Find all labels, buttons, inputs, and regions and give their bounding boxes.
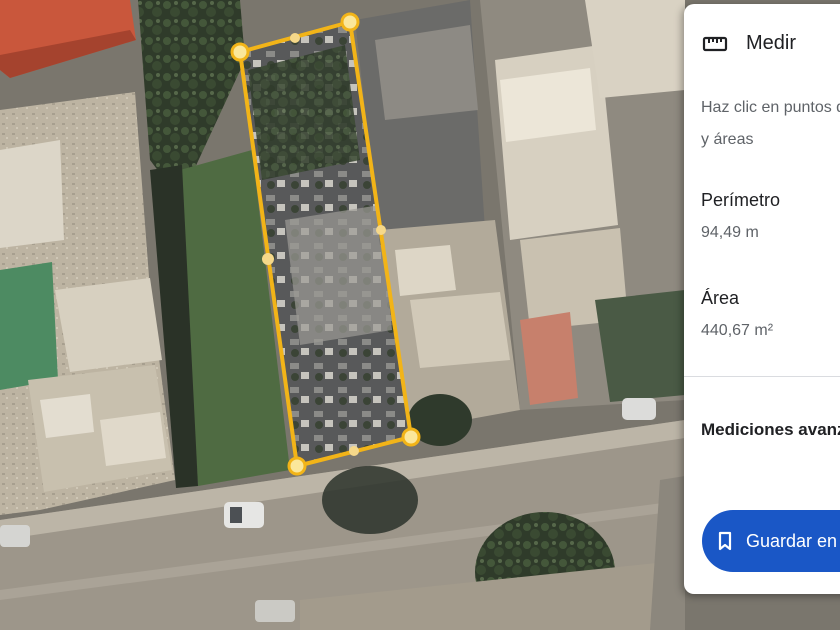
orange-wall [520,312,578,405]
perimeter-label: Perímetro [701,190,781,210]
panel-header: Medir [702,32,796,55]
map-viewport[interactable]: Medir Haz clic en puntos d y áreas Perím… [0,0,840,630]
panel-title: Medir [746,32,797,54]
midpoint-handle[interactable] [290,33,300,43]
parked-car-2 [622,398,656,420]
perimeter-value: 94,49 m [701,224,759,241]
measure-panel: Medir Haz clic en puntos d y áreas Perím… [684,4,840,594]
instruction-line: y áreas [701,131,754,148]
save-button-label: Guardar en p [746,530,840,551]
advanced-measurements-link[interactable]: Mediciones avanza [701,420,840,440]
bookmark-icon [718,531,732,551]
vertex-handle[interactable] [401,427,421,447]
instruction-text: Haz clic en puntos d y áreas [701,92,840,156]
area-label: Área [701,288,740,308]
tree-shadow [322,466,418,534]
midpoint-handle[interactable] [376,225,386,235]
vertex-handle[interactable] [230,42,250,62]
area-value: 440,67 m² [701,322,774,339]
midpoint-handle[interactable] [262,253,274,265]
midpoint-handle[interactable] [349,446,359,456]
save-button[interactable]: Guardar en p [702,510,840,572]
ruler-icon [702,36,728,51]
vertex-handle[interactable] [340,12,360,32]
pool-area [0,262,58,390]
instruction-line: Haz clic en puntos d [701,99,840,116]
vertex-handle[interactable] [287,456,307,476]
divider [684,376,840,377]
